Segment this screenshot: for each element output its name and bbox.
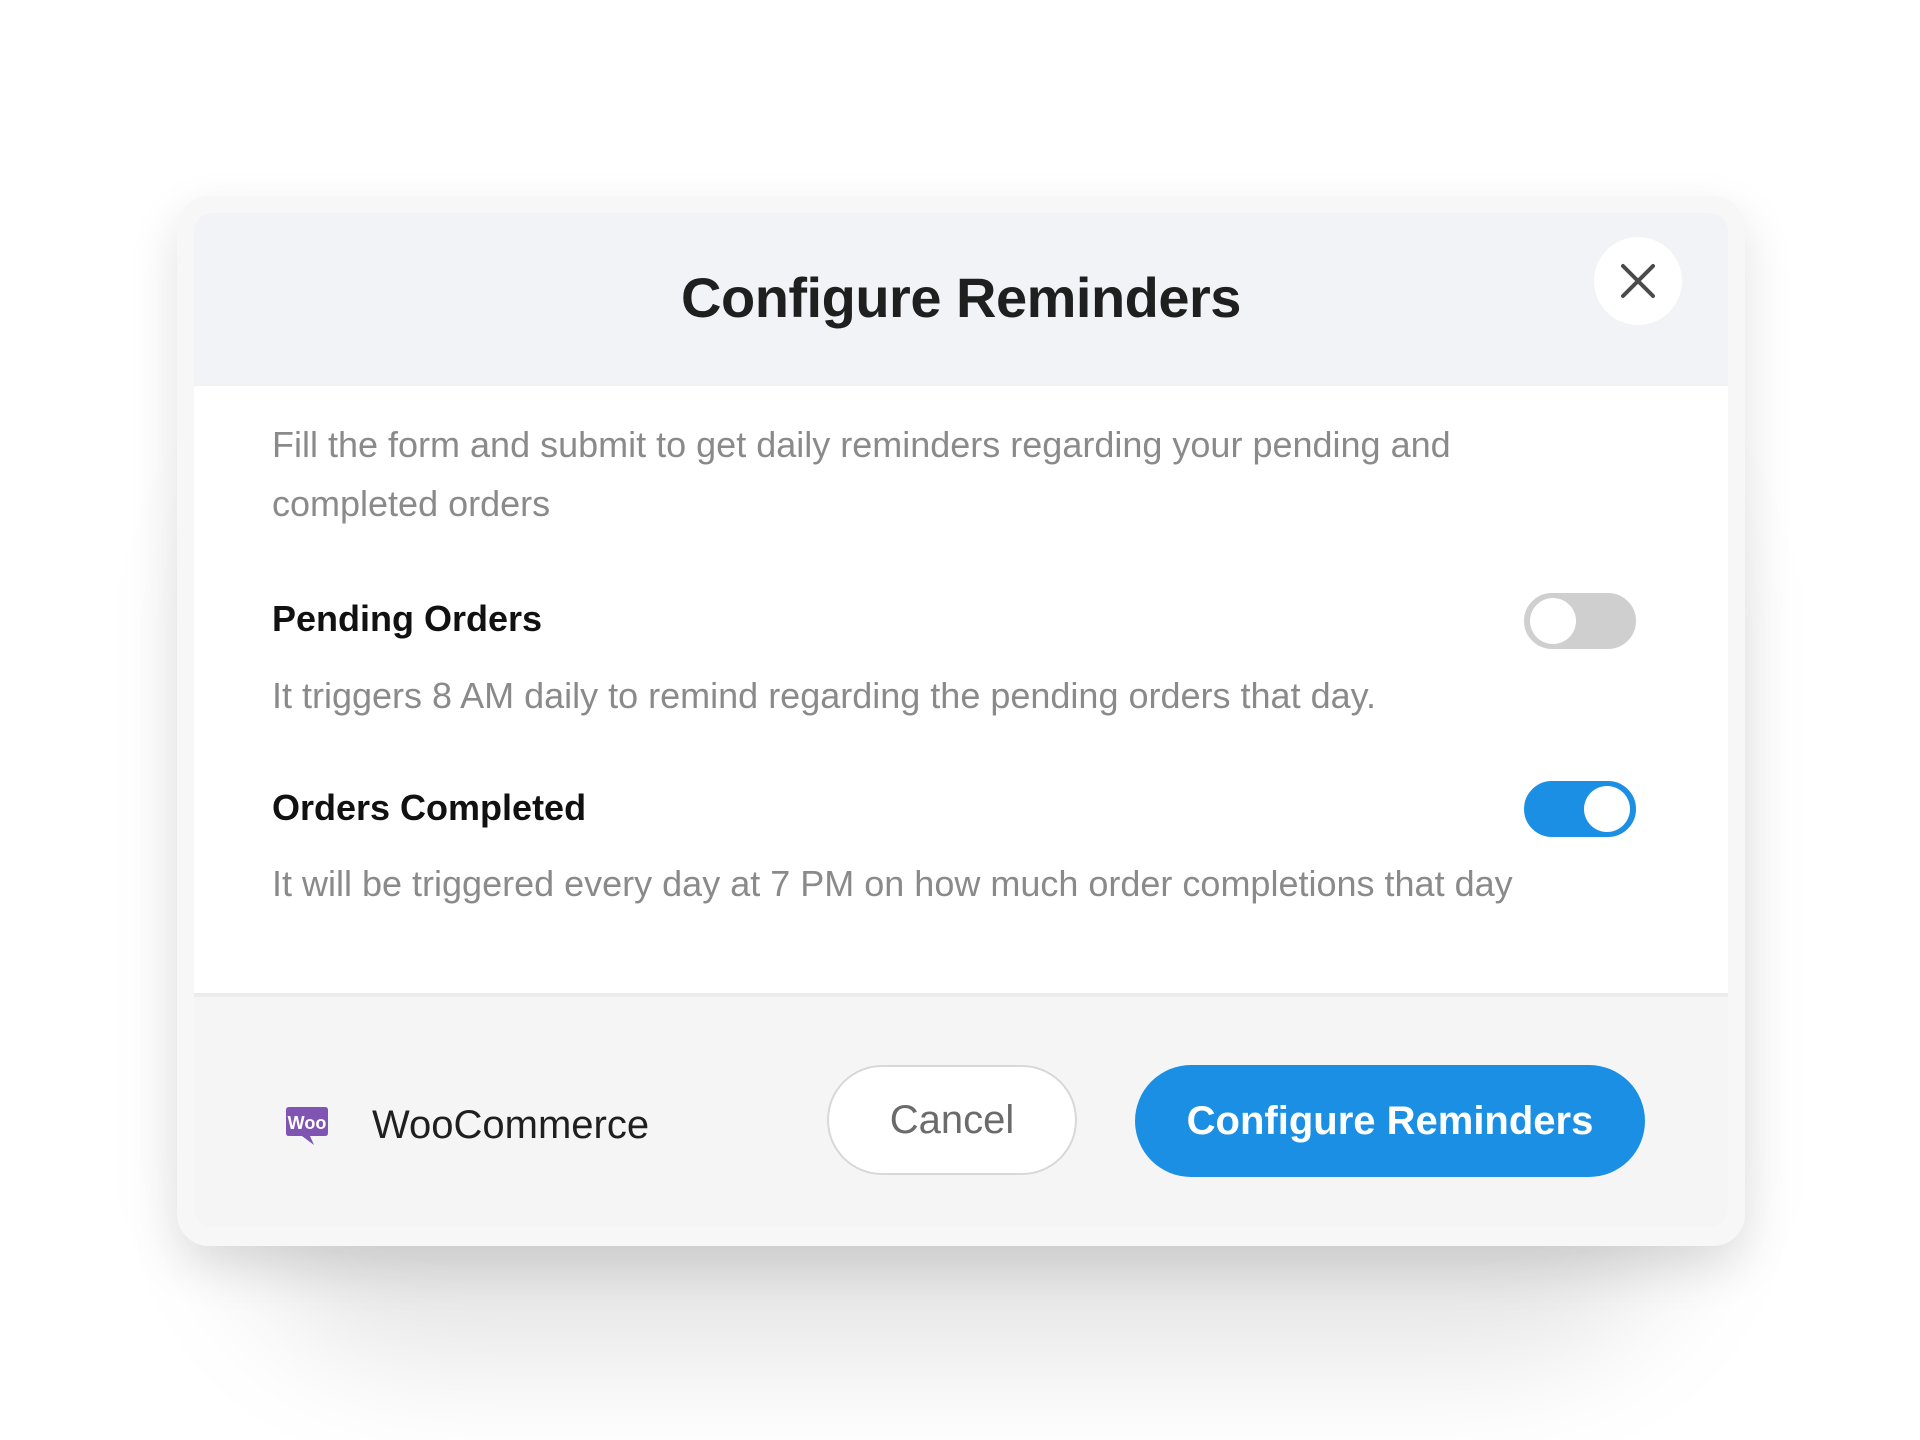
close-icon	[1621, 264, 1655, 298]
configure-reminders-button[interactable]: Configure Reminders	[1135, 1065, 1645, 1177]
pending-orders-description: It triggers 8 AM daily to remind regardi…	[272, 675, 1376, 716]
brand-name: WooCommerce	[372, 1103, 650, 1147]
dialog-header: Configure Reminders	[194, 213, 1728, 386]
cancel-button[interactable]: Cancel	[827, 1065, 1077, 1175]
pending-orders-toggle[interactable]	[1524, 593, 1636, 649]
toggle-knob	[1530, 598, 1576, 644]
orders-completed-title: Orders Completed	[272, 787, 587, 828]
dialog-description: Fill the form and submit to get daily re…	[272, 424, 1451, 524]
svg-text:Woo: Woo	[288, 1113, 327, 1133]
dialog-title: Configure Reminders	[681, 266, 1241, 329]
toggle-knob	[1584, 786, 1630, 832]
woocommerce-logo-icon: Woo	[286, 1107, 328, 1145]
close-button[interactable]	[1594, 237, 1682, 325]
stage: Configure Reminders Fill the form and su…	[0, 0, 1920, 1440]
configure-reminders-dialog: Configure Reminders Fill the form and su…	[194, 213, 1728, 1227]
pending-orders-title: Pending Orders	[272, 598, 543, 639]
orders-completed-toggle[interactable]	[1524, 781, 1636, 837]
dialog-footer: Woo WooCommerce Cancel Configure Reminde…	[194, 993, 1728, 1227]
orders-completed-description: It will be triggered every day at 7 PM o…	[272, 863, 1513, 904]
